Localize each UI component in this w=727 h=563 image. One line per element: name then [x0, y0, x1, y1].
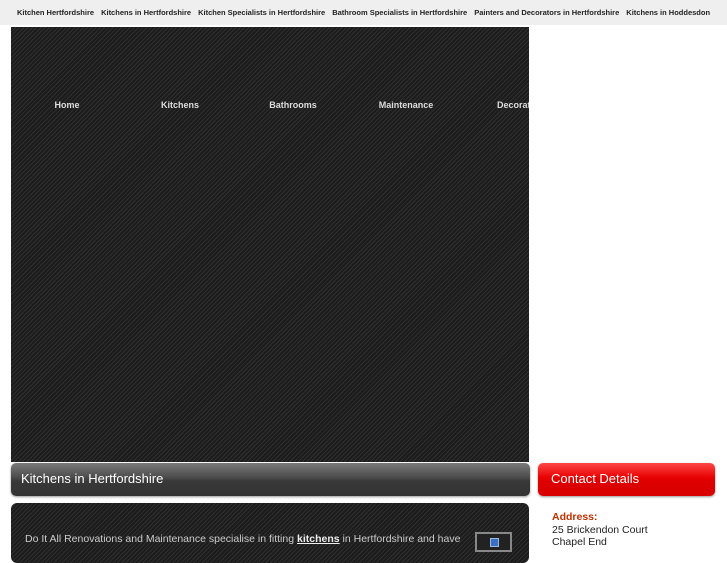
- main-heading-bar: Kitchens in Hertfordshire: [11, 463, 530, 496]
- contact-details: Address: 25 Brickendon Court Chapel End: [552, 511, 648, 549]
- top-link-kitchens-hoddesdon[interactable]: Kitchens in Hoddesdon: [626, 8, 710, 17]
- header-banner: Home Kitchens Bathrooms Maintenance Deco…: [11, 27, 529, 462]
- nav-kitchens[interactable]: Kitchens: [161, 100, 199, 110]
- nav-maintenance[interactable]: Maintenance: [379, 100, 434, 110]
- address-line-1: 25 Brickendon Court: [552, 523, 648, 536]
- top-link-kitchen-hertfordshire[interactable]: Kitchen Hertfordshire: [17, 8, 94, 17]
- kitchens-link[interactable]: kitchens: [297, 533, 340, 545]
- content-panel: Do It All Renovations and Maintenance sp…: [11, 503, 529, 563]
- top-link-bathroom-specialists[interactable]: Bathroom Specialists in Hertfordshire: [332, 8, 467, 17]
- address-label: Address:: [552, 511, 598, 523]
- image-placeholder-icon: [490, 538, 499, 547]
- intro-paragraph: Do It All Renovations and Maintenance sp…: [25, 533, 460, 545]
- intro-text: Do It All Renovations and Maintenance sp…: [25, 533, 297, 545]
- address-line-2: Chapel End: [552, 536, 607, 548]
- nav-home[interactable]: Home: [54, 100, 79, 110]
- top-link-kitchen-specialists[interactable]: Kitchen Specialists in Hertfordshire: [198, 8, 325, 17]
- image-thumbnail[interactable]: [475, 532, 512, 552]
- main-heading: Kitchens in Hertfordshire: [21, 471, 164, 486]
- top-links-bar: Kitchen Hertfordshire Kitchens in Hertfo…: [0, 0, 727, 25]
- sidebar-heading: Contact Details: [551, 471, 640, 486]
- top-link-painters-decorators[interactable]: Painters and Decorators in Hertfordshire: [474, 8, 619, 17]
- nav-bathrooms[interactable]: Bathrooms: [269, 100, 317, 110]
- intro-text-cont: in Hertfordshire and have: [339, 533, 461, 545]
- nav-decorating[interactable]: Decorating: [497, 100, 529, 110]
- main-nav: Home Kitchens Bathrooms Maintenance Deco…: [11, 100, 529, 112]
- sidebar-heading-bar: Contact Details: [538, 463, 715, 496]
- top-link-kitchens-in-hertfordshire[interactable]: Kitchens in Hertfordshire: [101, 8, 191, 17]
